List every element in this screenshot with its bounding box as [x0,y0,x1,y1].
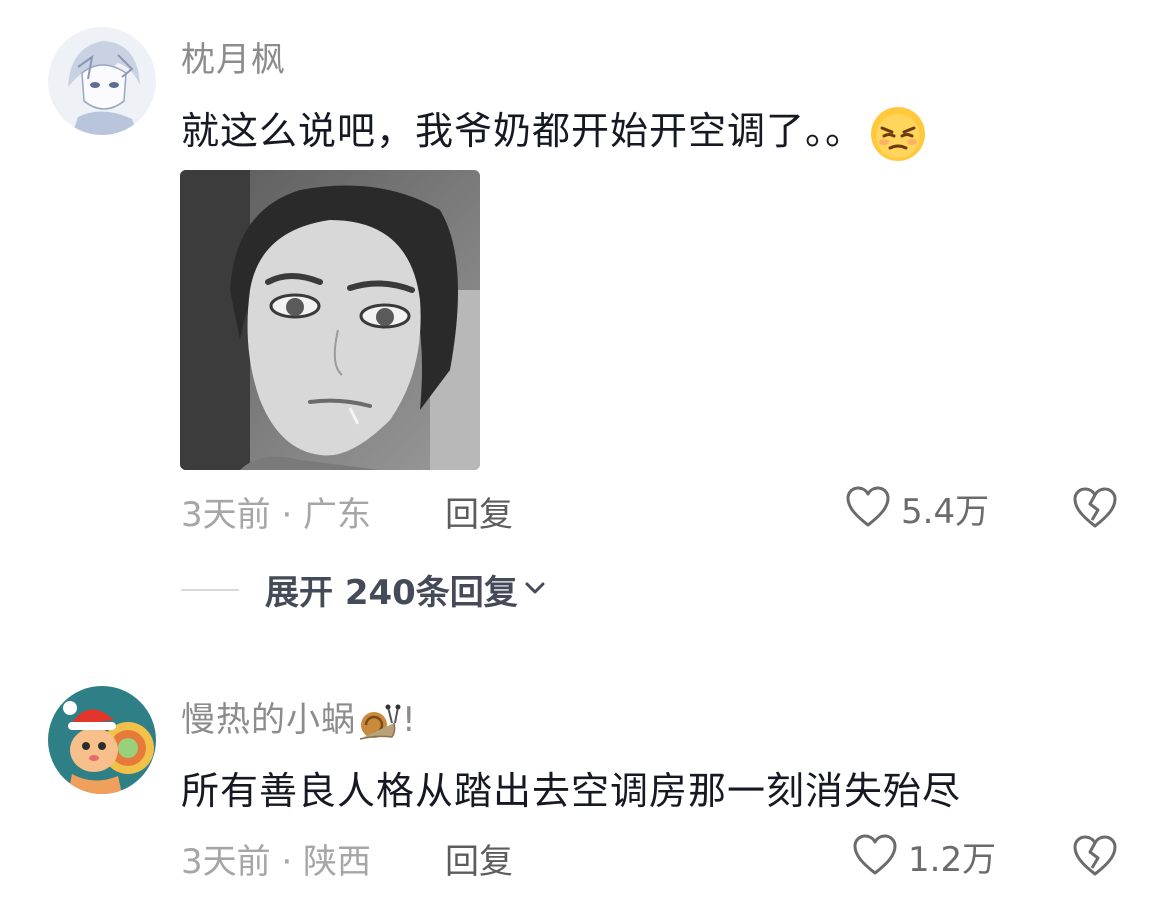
reply-button[interactable]: 回复 [445,487,513,536]
like-count: 1.2万 [908,840,997,880]
reply-button[interactable]: 回复 [445,834,513,883]
like-count: 5.4万 [901,492,990,532]
expand-replies-button[interactable]: 展开 240条回复 [181,565,546,614]
unamused-face-emoji [870,106,926,162]
comment-text: 所有善良人格从踏出去空调房那一刻消失殆尽 [181,769,962,813]
comment-time-location: 3天前 · 广东 [181,495,372,535]
divider [181,588,239,591]
comment-text: 就这么说吧，我爷奶都开始开空调了。。 [181,100,926,162]
heart-outline-icon [845,485,891,533]
username-suffix: ! [402,700,417,740]
anime-character-portrait-image[interactable] [180,170,480,470]
broken-heart-icon [1072,487,1118,534]
comment-text-body: 就这么说吧，我爷奶都开始开空调了。。 [181,109,865,153]
avatar[interactable] [48,686,156,794]
heart-outline-icon [852,833,898,881]
comment-item: 慢热的小蜗 ! 所有善良人格从踏出去空调房那一刻消失殆尽 3天前 · 陕西 回复… [0,680,1170,919]
username[interactable]: 枕月枫 [181,32,286,81]
avatar[interactable] [48,27,156,135]
dislike-button[interactable] [1072,486,1118,534]
like-button[interactable]: 5.4万 [845,484,989,533]
snail-emoji [356,701,402,743]
comment-item: 枕月枫 就这么说吧，我爷奶都开始开空调了。。 3天前 · 广东 回复 5.4万 … [0,0,1170,640]
like-button[interactable]: 1.2万 [852,832,996,881]
chevron-down-icon [524,580,546,600]
comment-time-location: 3天前 · 陕西 [181,842,372,882]
broken-heart-icon [1072,835,1118,882]
username-text: 慢热的小蜗 [181,700,356,740]
username[interactable]: 慢热的小蜗 ! [181,692,417,743]
expand-replies-label: 展开 240条回复 [265,573,518,613]
dislike-button[interactable] [1072,834,1118,882]
